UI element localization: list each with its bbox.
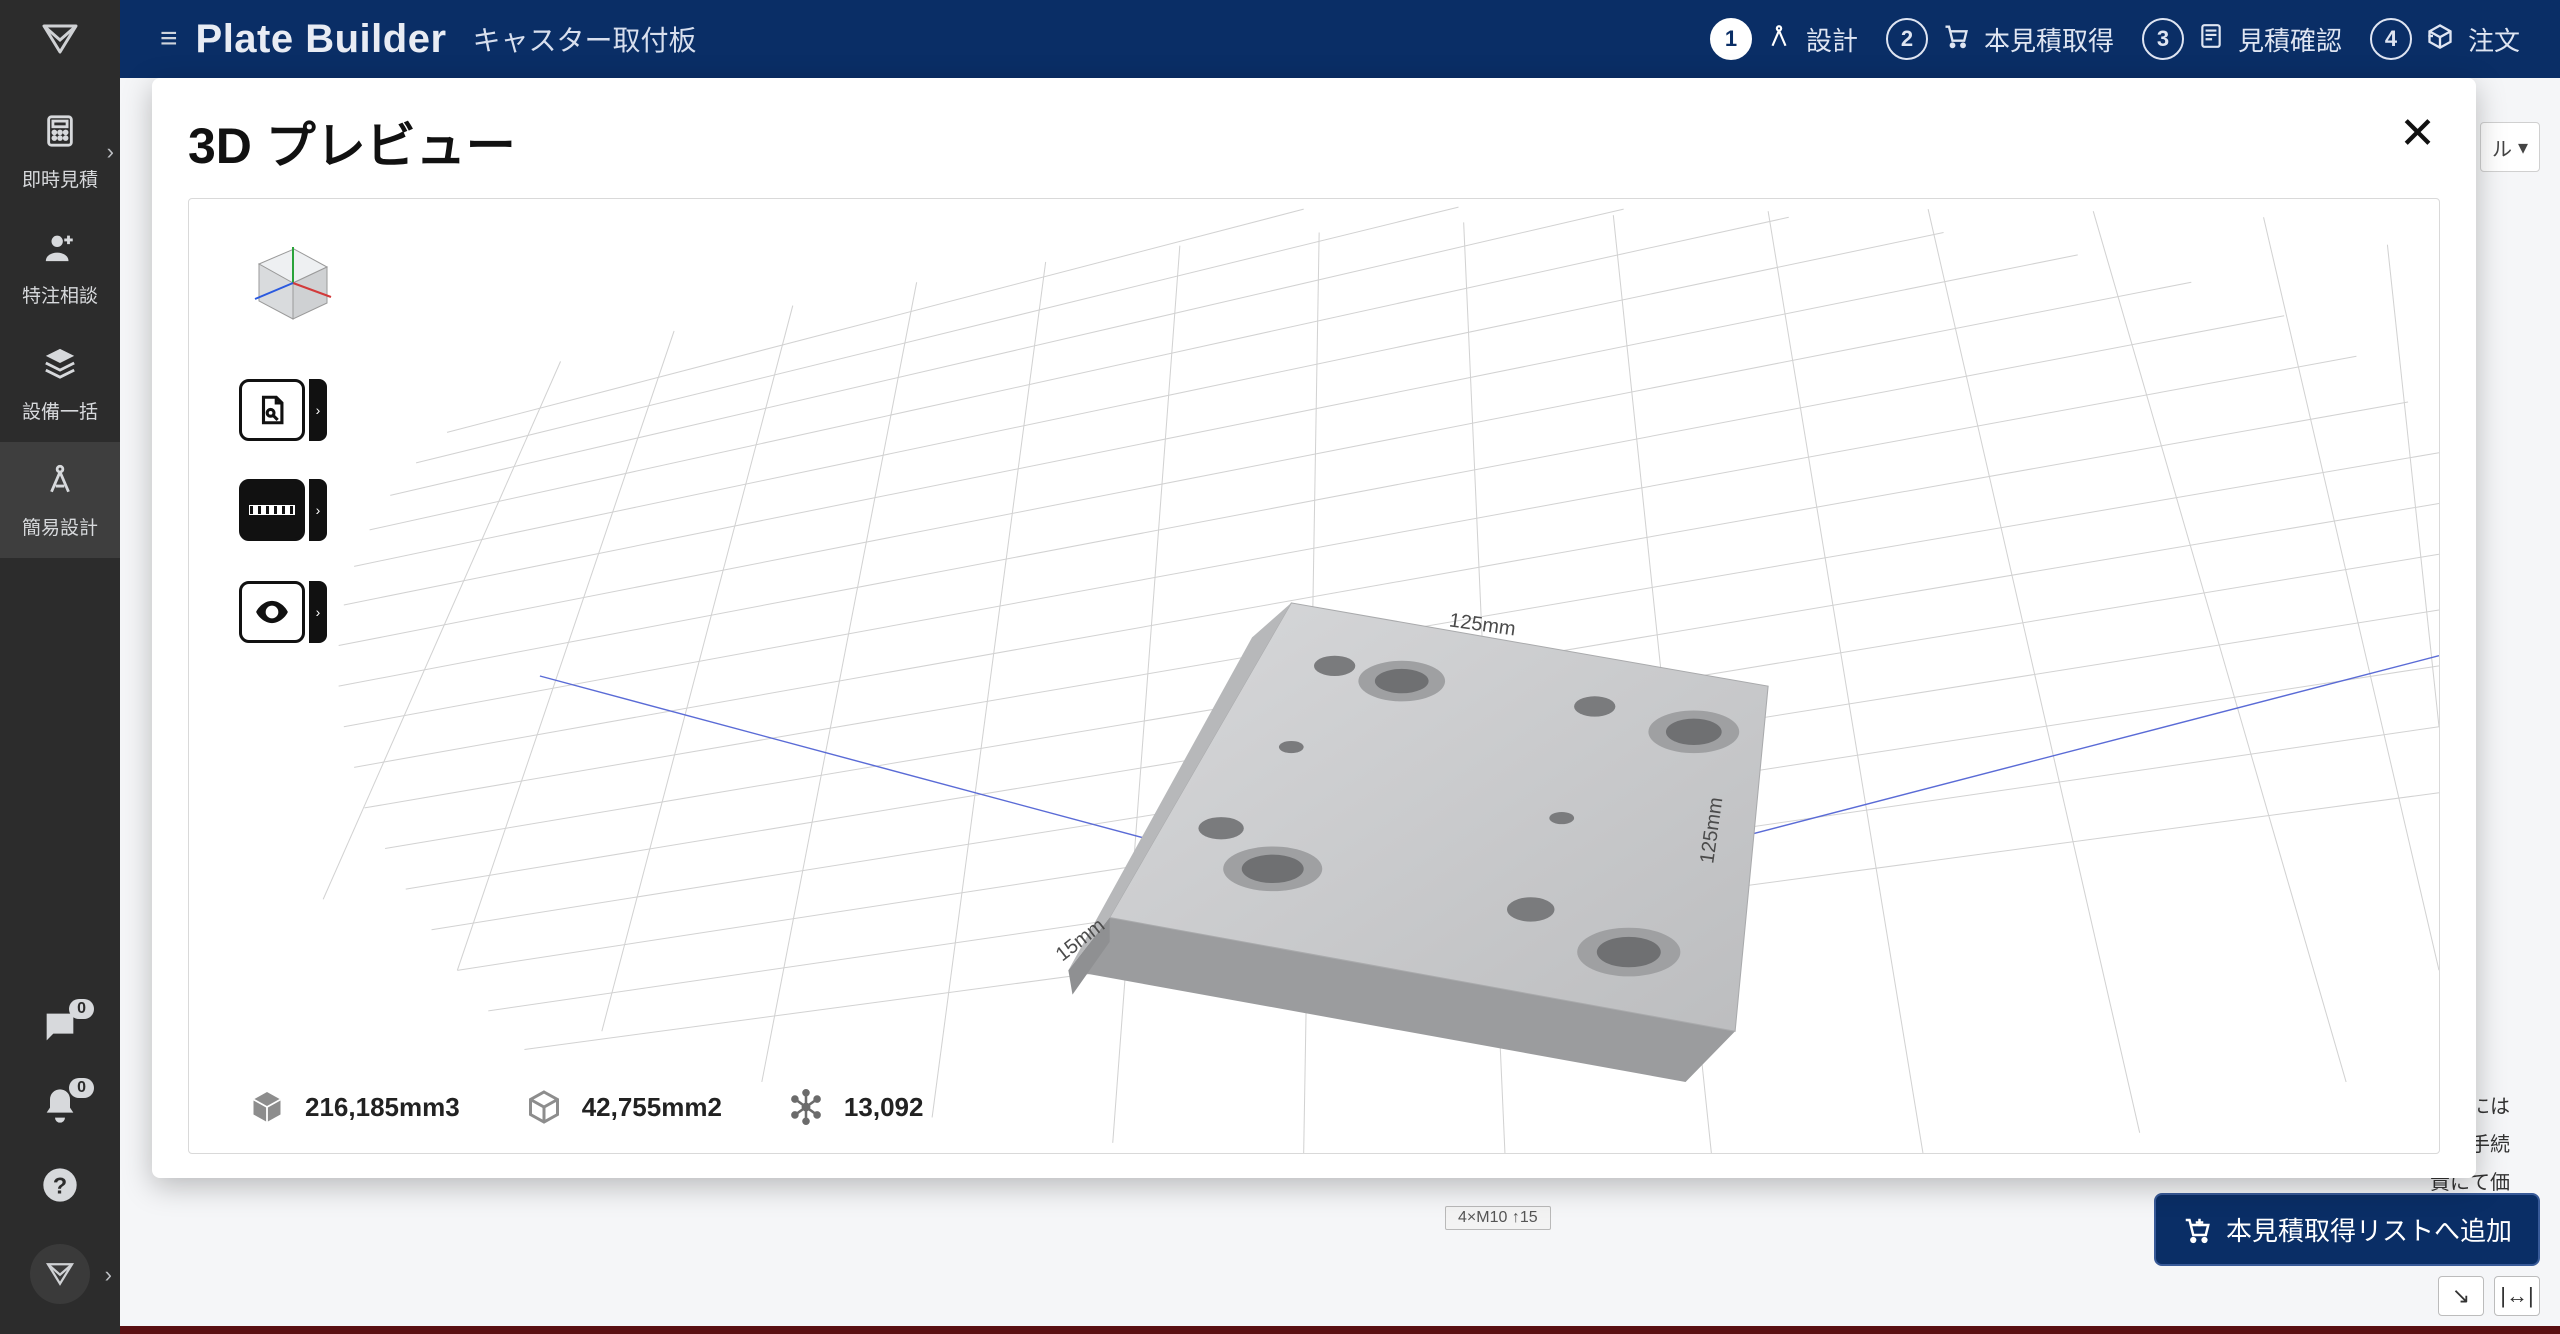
dimension-chip: 4×M10 ↑15	[1445, 1206, 1551, 1230]
chevron-right-icon: ›	[105, 1262, 112, 1288]
cart-icon	[1942, 22, 1970, 57]
chevron-right-icon[interactable]: ›	[309, 581, 327, 643]
brand-menu-button[interactable]	[30, 1244, 90, 1304]
nav-label: 特注相談	[22, 281, 98, 308]
calculator-icon	[2198, 23, 2224, 56]
nav-custom-consult[interactable]: 特注相談	[0, 210, 120, 326]
step-label: 見積確認	[2238, 21, 2342, 58]
scene-canvas	[189, 199, 2439, 1153]
nav-simple-design[interactable]: 簡易設計	[0, 442, 120, 558]
step-number: 3	[2142, 18, 2184, 60]
step-label: 注文	[2468, 21, 2520, 58]
stat-triangles: 13,092	[786, 1087, 924, 1127]
preview-modal: 3D プレビュー ✕	[152, 78, 2476, 1178]
orientation-cube[interactable]	[239, 229, 339, 329]
step-number: 4	[2370, 18, 2412, 60]
svg-text:?: ?	[53, 1172, 67, 1198]
menu-icon[interactable]: ≡	[160, 22, 178, 56]
compass-icon	[1766, 23, 1792, 56]
compass-icon	[43, 462, 77, 505]
bell-icon[interactable]: 0	[40, 1086, 80, 1135]
nav-label: 設備一括	[22, 397, 98, 424]
chat-icon[interactable]: 0	[40, 1007, 80, 1056]
collapse-right-button[interactable]: ↘	[2438, 1276, 2484, 1316]
step-confirm[interactable]: 3 見積確認	[2142, 18, 2342, 60]
mesh-icon	[786, 1087, 826, 1127]
chevron-right-icon[interactable]: ›	[309, 379, 327, 441]
person-plus-icon	[43, 230, 77, 273]
nav-equipment-bulk[interactable]: 設備一括	[0, 326, 120, 442]
dropdown-partial[interactable]: ル ▾	[2480, 122, 2540, 172]
step-label: 設計	[1806, 21, 1858, 58]
tool-visibility[interactable]: ›	[239, 581, 327, 643]
chat-badge: 0	[69, 999, 94, 1019]
box-icon	[2426, 22, 2454, 57]
chevron-right-icon[interactable]: ›	[309, 479, 327, 541]
close-icon[interactable]: ✕	[2399, 112, 2436, 156]
step-design[interactable]: 1 設計	[1710, 18, 1858, 60]
eye-icon	[239, 581, 305, 643]
add-to-quote-list-button[interactable]: 本見積取得リストへ追加	[2154, 1193, 2540, 1266]
step-number: 1	[1710, 18, 1752, 60]
viewport-3d[interactable]: › › › 125mm 125mm 15mm 216,185mm3	[188, 198, 2440, 1154]
expand-width-button[interactable]: |↔|	[2494, 1276, 2540, 1316]
chevron-right-icon: ›	[107, 139, 114, 165]
tool-file[interactable]: ›	[239, 379, 327, 441]
app-title: Plate Builder	[196, 17, 447, 62]
step-order[interactable]: 4 注文	[2370, 18, 2520, 60]
modal-title: 3D プレビュー	[188, 106, 2440, 178]
nav-label: 即時見積	[22, 165, 98, 192]
button-label: 本見積取得リストへ追加	[2226, 1211, 2512, 1248]
cube-icon	[247, 1087, 287, 1127]
help-icon[interactable]: ?	[40, 1165, 80, 1214]
model-stats: 216,185mm3 42,755mm2 13,092	[247, 1087, 923, 1127]
app-subtitle: キャスター取付板	[473, 19, 697, 59]
ruler-icon	[239, 479, 305, 541]
step-quote[interactable]: 2 本見積取得	[1886, 18, 2114, 60]
cube-outline-icon	[524, 1087, 564, 1127]
bell-badge: 0	[69, 1078, 94, 1098]
tool-measure[interactable]: ›	[239, 479, 327, 541]
left-nav: 即時見積 › 特注相談 設備一括 簡易設計 0 0 ?	[0, 0, 120, 1334]
brand-logo	[30, 14, 90, 64]
progress-steps: 1 設計 2 本見積取得 3 見積確認 4 注文	[1710, 18, 2560, 60]
step-number: 2	[1886, 18, 1928, 60]
step-label: 本見積取得	[1984, 21, 2114, 58]
file-icon	[239, 379, 305, 441]
nav-label: 簡易設計	[22, 513, 98, 540]
bottom-accent-bar	[0, 1326, 2560, 1334]
layers-icon	[43, 346, 77, 389]
nav-instant-quote[interactable]: 即時見積 ›	[0, 94, 120, 210]
calculator-icon	[43, 114, 77, 157]
stat-volume: 216,185mm3	[247, 1087, 460, 1127]
stat-area: 42,755mm2	[524, 1087, 722, 1127]
top-bar: ≡ Plate Builder キャスター取付板 1 設計 2 本見積取得 3 …	[120, 0, 2560, 78]
